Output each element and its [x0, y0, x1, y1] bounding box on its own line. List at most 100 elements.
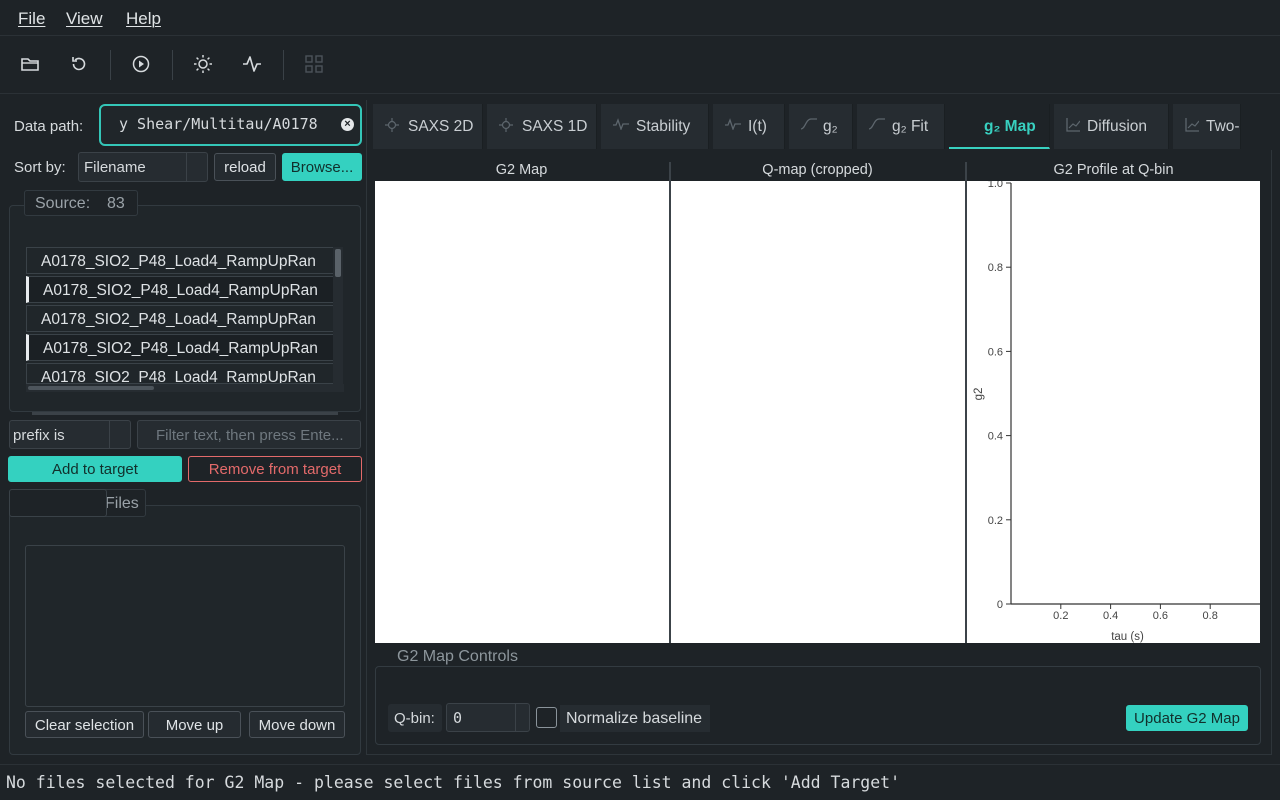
tab-label: SAXS 1D — [522, 118, 588, 135]
tab-intensity-time[interactable]: I(t) — [713, 104, 785, 149]
activity-icon — [243, 56, 261, 72]
qbin-label-box: Q-bin: — [388, 704, 442, 732]
filter-input[interactable]: Filter text, then press Ente... — [137, 420, 361, 449]
y-tick-label: 0.8 — [988, 262, 1003, 274]
clear-selection-button[interactable]: Clear selection — [25, 711, 144, 738]
run-button[interactable] — [127, 50, 155, 78]
scrollbar-thumb[interactable] — [335, 249, 341, 277]
select-divider — [109, 421, 110, 448]
grid-button[interactable] — [300, 50, 328, 78]
y-tick-label: 0 — [997, 599, 1003, 611]
theme-button[interactable] — [189, 50, 217, 78]
source-count: 83 — [107, 195, 125, 212]
data-path-input[interactable]: y Shear/Multitau/A0178 — [99, 104, 362, 146]
tab-label: Diffusion — [1087, 118, 1148, 135]
folder-open-icon — [21, 58, 39, 71]
g2-profile-chart: 0 0.2 0.4 0.6 0.8 1.0 0.2 0.4 0.6 0.8 tau (s) g2 — [973, 181, 1260, 643]
qbin-spinbox[interactable]: 0 — [446, 703, 530, 732]
target-file-list[interactable] — [25, 545, 345, 707]
tab-label: I(t) — [748, 118, 767, 135]
tab-stability[interactable]: Stability — [601, 104, 709, 149]
normalize-checkbox[interactable] — [536, 707, 557, 728]
crosshair-icon — [385, 118, 399, 132]
qbin-value: 0 — [453, 709, 463, 727]
y-axis-label: g2 — [973, 388, 985, 401]
tab-diffusion[interactable]: Diffusion — [1054, 104, 1169, 149]
y-tick-label: 0.6 — [988, 346, 1003, 358]
filter-placeholder: Filter text, then press Ente... — [156, 427, 344, 444]
scrollbar-thumb[interactable] — [28, 386, 154, 390]
list-item[interactable]: A0178_SIO2_P48_Load4_RampUpRan — [26, 247, 334, 274]
chart-icon — [1066, 118, 1080, 132]
filter-mode-select[interactable]: prefix is — [9, 420, 131, 449]
update-g2-map-button[interactable]: Update G2 Map — [1126, 705, 1248, 731]
curve-icon — [801, 118, 817, 130]
toolbar — [0, 36, 1280, 94]
tab-label: Two- — [1206, 118, 1240, 135]
g2-profile-plot[interactable]: 0 0.2 0.4 0.6 0.8 1.0 0.2 0.4 0.6 0.8 tau (s) g2 — [967, 181, 1260, 643]
x-tick-label: 0.6 — [1153, 610, 1168, 622]
reload-button[interactable]: reload — [214, 153, 276, 181]
status-bar: No files selected for G2 Map - please se… — [0, 764, 1280, 800]
profile-title: G2 Profile at Q-bin — [1053, 162, 1174, 178]
horizontal-scrollbar[interactable] — [26, 384, 344, 392]
list-item[interactable]: A0178_SIO2_P48_Load4_RampUpRan — [26, 363, 334, 384]
qmap-plot[interactable] — [671, 181, 965, 643]
splitter-handle[interactable] — [32, 412, 338, 415]
curve-icon — [869, 118, 885, 130]
tab-g2[interactable]: g₂ — [789, 104, 853, 149]
toolbar-separator — [110, 50, 111, 80]
pulse-icon — [725, 118, 741, 130]
list-item[interactable]: A0178_SIO2_P48_Load4_RampUpRan — [26, 334, 334, 361]
tab-saxs-2d[interactable]: SAXS 2D — [373, 104, 483, 149]
target-name-box — [9, 489, 107, 517]
g2-map-plot[interactable] — [375, 181, 669, 643]
toolbar-separator — [283, 50, 284, 80]
open-folder-button[interactable] — [16, 50, 44, 78]
x-tick-label: 0.2 — [1053, 610, 1068, 622]
y-tick-label: 0.4 — [988, 431, 1003, 443]
menu-help[interactable]: Help — [126, 9, 161, 29]
tab-g2-map[interactable]: g₂ Map — [949, 104, 1050, 149]
clear-path-icon[interactable]: × — [341, 118, 354, 131]
browse-button[interactable]: Browse... — [282, 153, 362, 181]
tab-label: g₂ Map — [984, 118, 1036, 135]
qmap-title: Q-map (cropped) — [762, 162, 873, 178]
tab-saxs-1d[interactable]: SAXS 1D — [487, 104, 597, 149]
toolbar-separator — [172, 50, 173, 80]
add-to-target-button[interactable]: Add to target — [8, 456, 182, 482]
normalize-label: Normalize baseline — [566, 710, 703, 727]
menu-bar: File View Help — [0, 0, 1280, 36]
pulse-icon — [613, 118, 629, 130]
normalize-label-box: Normalize baseline — [560, 705, 710, 732]
vertical-scrollbar[interactable] — [333, 247, 343, 384]
activity-button[interactable] — [238, 50, 266, 78]
grid-icon — [305, 55, 323, 73]
crosshair-icon — [499, 118, 513, 132]
tab-g2-fit[interactable]: g₂ Fit — [857, 104, 945, 149]
list-item[interactable]: A0178_SIO2_P48_Load4_RampUpRan — [26, 276, 334, 303]
refresh-icon — [72, 57, 86, 71]
tab-two-time[interactable]: Two- — [1173, 104, 1241, 149]
move-down-button[interactable]: Move down — [249, 711, 345, 738]
sort-by-value: Filename — [84, 159, 146, 176]
select-divider — [186, 153, 187, 181]
remove-from-target-button[interactable]: Remove from target — [188, 456, 362, 482]
filter-mode-value: prefix is — [13, 427, 65, 444]
sort-by-select[interactable]: Filename — [78, 152, 208, 182]
x-tick-label: 0.4 — [1103, 610, 1118, 622]
g2-map-controls-title: G2 Map Controls — [397, 648, 518, 665]
source-title-box: Source: 83 — [24, 190, 138, 216]
refresh-button[interactable] — [65, 50, 93, 78]
target-files-label: Files — [105, 495, 139, 512]
brightness-icon — [194, 55, 212, 73]
spinbox-divider — [515, 704, 516, 731]
play-icon — [132, 55, 150, 73]
menu-view[interactable]: View — [66, 9, 103, 29]
list-item[interactable]: A0178_SIO2_P48_Load4_RampUpRan — [26, 305, 334, 332]
menu-file[interactable]: File — [18, 9, 45, 29]
chart-icon — [1185, 118, 1199, 132]
tab-label: SAXS 2D — [408, 118, 474, 135]
move-up-button[interactable]: Move up — [148, 711, 241, 738]
x-tick-label: 0.8 — [1203, 610, 1218, 622]
